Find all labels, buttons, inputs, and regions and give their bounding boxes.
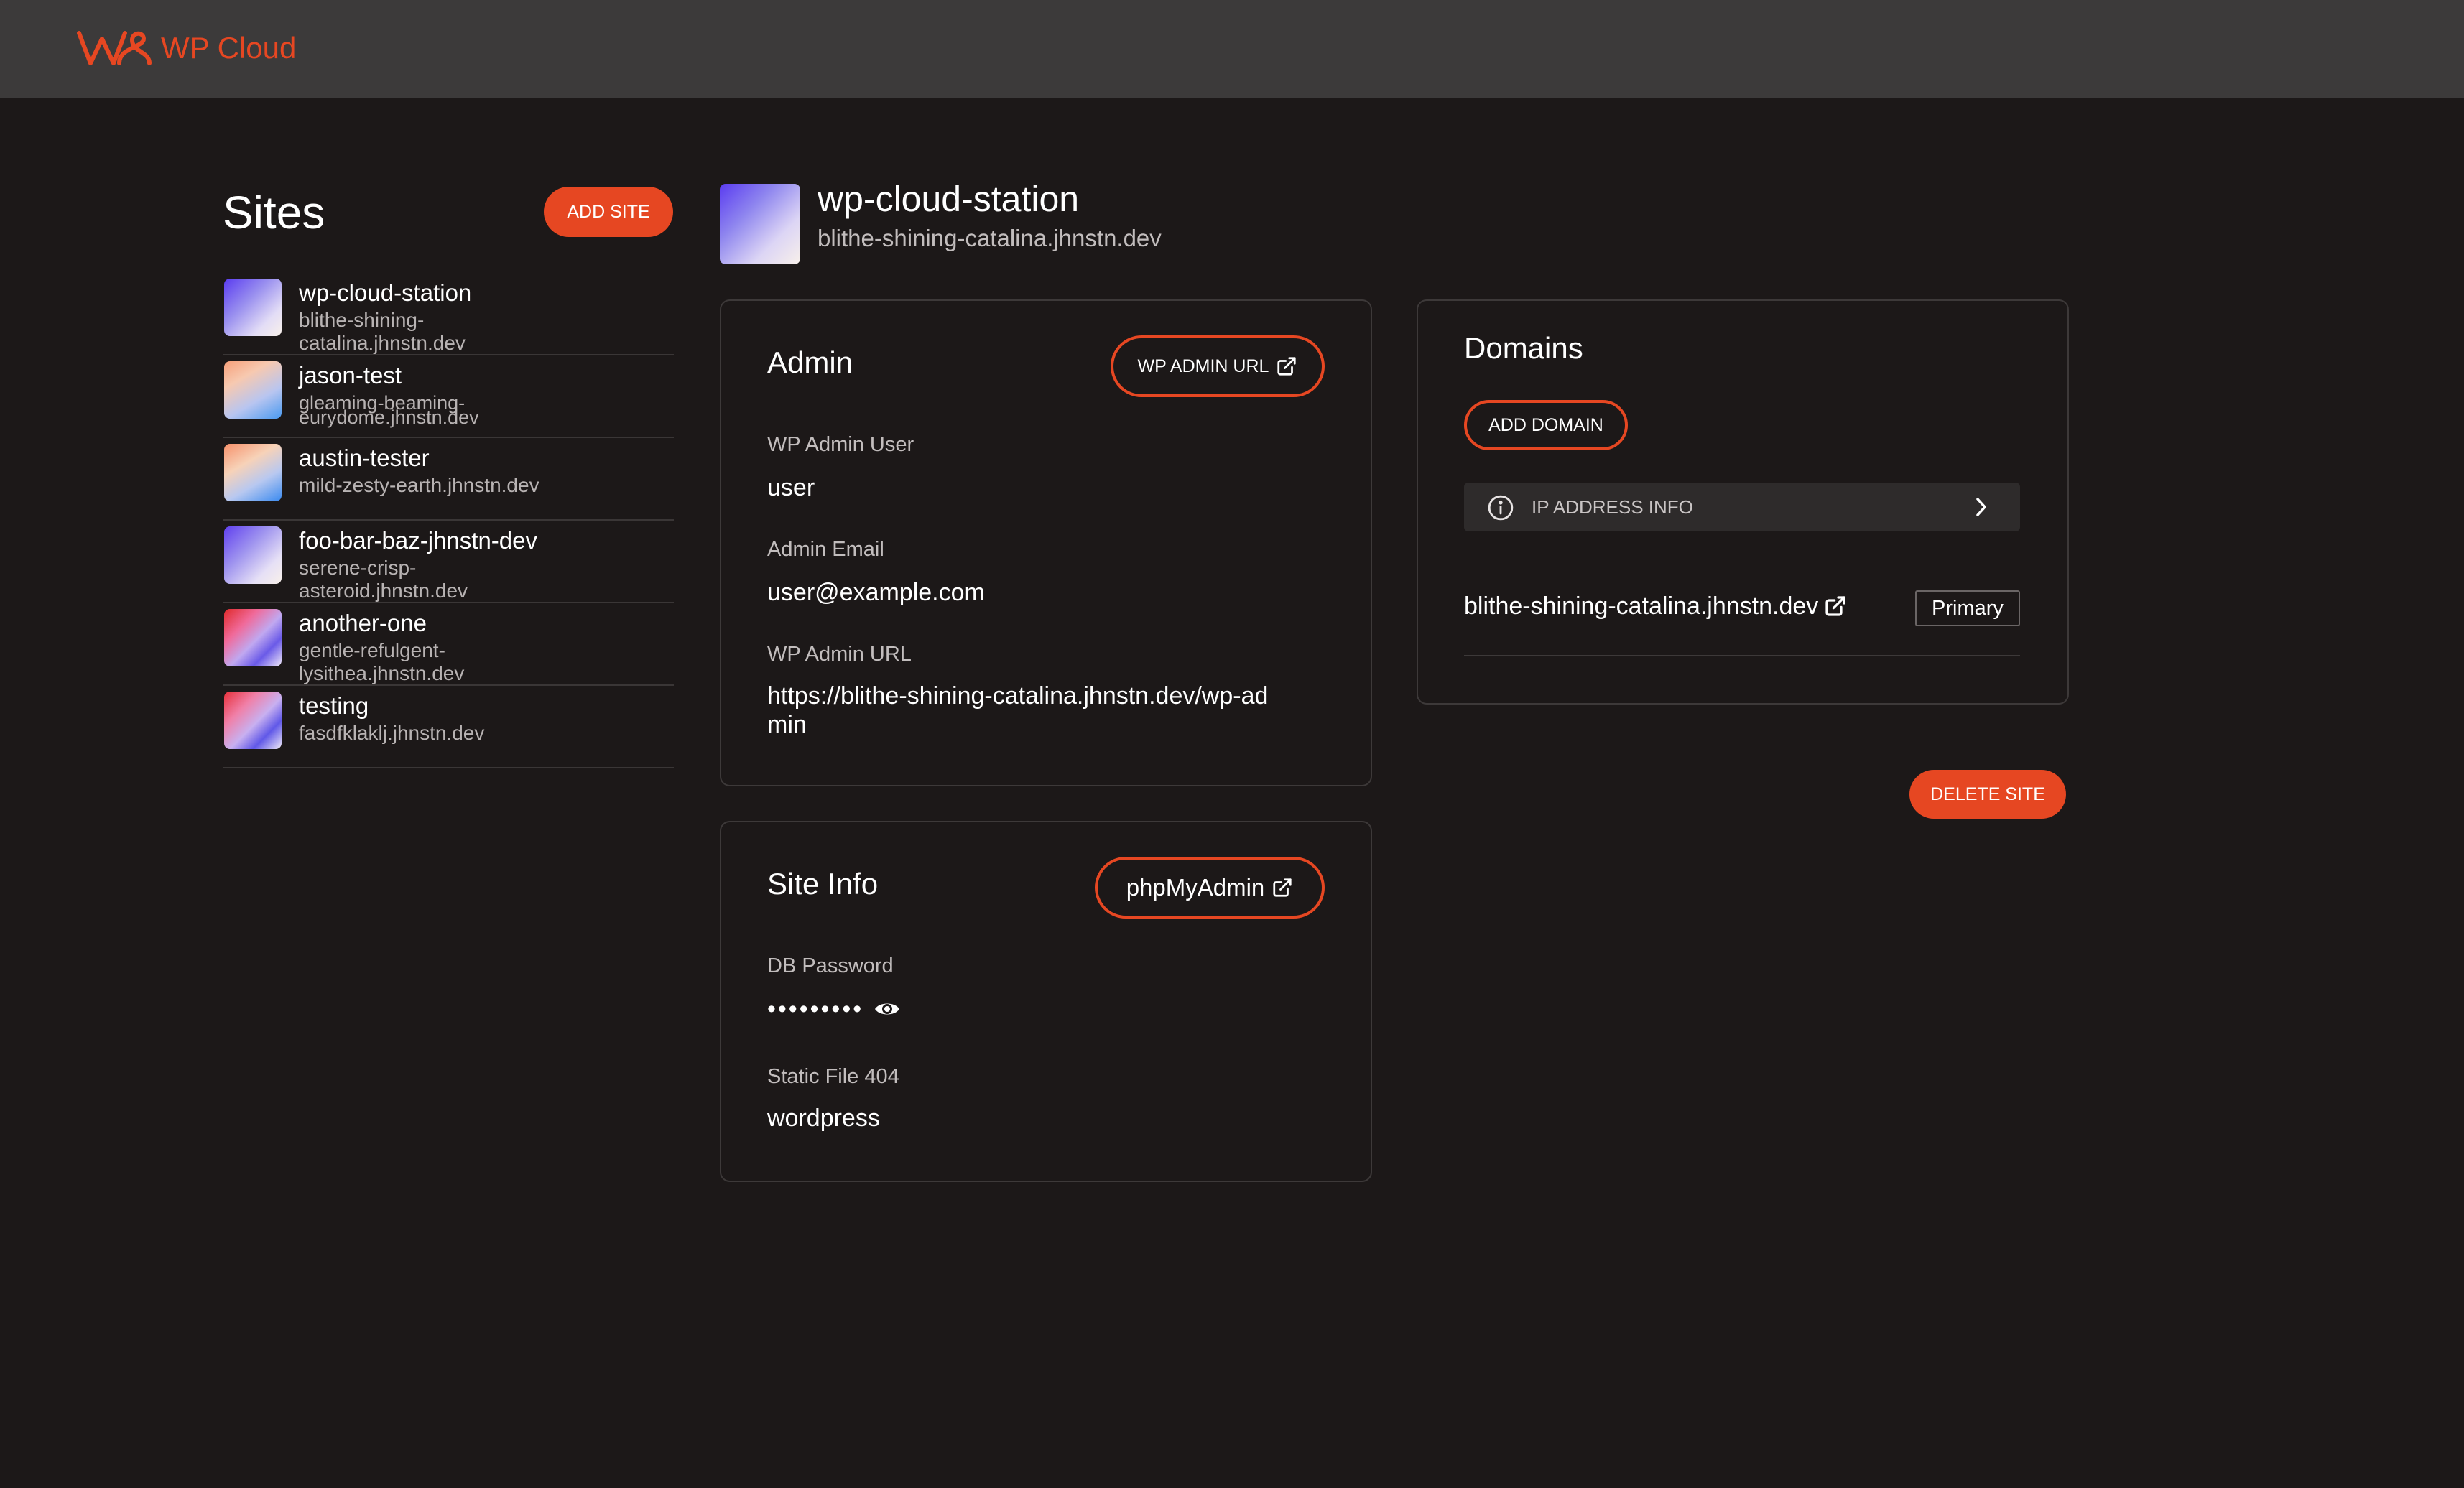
- admin-card-title: Admin: [767, 345, 853, 379]
- eye-icon[interactable]: [874, 1000, 901, 1018]
- site-thumbnail: [224, 692, 282, 749]
- site-thumbnail: [224, 361, 282, 419]
- domain-name: blithe-shining-catalina.jhnstn.dev: [1464, 592, 1819, 620]
- site-domain: gentle-refulgent-lysithea.jhnstn.dev: [299, 639, 465, 684]
- external-link-icon: [1273, 878, 1292, 897]
- site-name: austin-tester: [299, 445, 430, 471]
- site-domain: blithe-shining-catalina.jhnstn.dev: [299, 309, 466, 354]
- info-icon: [1488, 495, 1514, 521]
- admin-email-label: Admin Email: [767, 538, 884, 561]
- app-name: WP Cloud: [161, 31, 297, 65]
- site-name: jason-test: [299, 362, 402, 389]
- domain-link[interactable]: blithe-shining-catalina.jhnstn.dev: [1464, 592, 1847, 620]
- site-domain: serene-crisp-asteroid.jhnstn.dev: [299, 557, 468, 602]
- phpmyadmin-button-label: phpMyAdmin: [1126, 874, 1265, 901]
- site-info-card: Site Info phpMyAdmin DB Password •••••••…: [720, 821, 1372, 1182]
- ip-address-info-toggle[interactable]: IP ADDRESS INFO: [1464, 483, 2020, 531]
- domain-divider: [1464, 655, 2020, 656]
- site-list-item[interactable]: another-one gentle-refulgent-lysithea.jh…: [223, 603, 674, 686]
- delete-site-button[interactable]: DELETE SITE: [1909, 770, 2066, 819]
- site-thumbnail-large: [720, 184, 800, 264]
- site-thumbnail: [224, 279, 282, 336]
- app-logo[interactable]: WP Cloud: [75, 26, 296, 70]
- site-list: wp-cloud-station blithe-shining-catalina…: [223, 273, 674, 768]
- external-link-icon: [1277, 357, 1297, 376]
- domains-card: Domains ADD DOMAIN IP ADDRESS INFO blith…: [1417, 299, 2069, 705]
- site-subtitle-domain: blithe-shining-catalina.jhnstn.dev: [818, 225, 1162, 251]
- site-title: wp-cloud-station: [818, 179, 1080, 219]
- db-password-value: •••••••••: [767, 995, 864, 1023]
- top-bar: WP Cloud: [0, 0, 2464, 98]
- site-name: testing: [299, 692, 369, 719]
- site-domain: mild-zesty-earth.jhnstn.dev: [299, 474, 539, 496]
- site-list-item[interactable]: jason-test gleaming-beaming-eurydome.jhn…: [223, 355, 674, 438]
- admin-card: Admin WP ADMIN URL WP Admin User user Ad…: [720, 299, 1372, 786]
- site-thumbnail: [224, 526, 282, 584]
- site-name: foo-bar-baz-jhnstn-dev: [299, 527, 537, 554]
- wp-admin-url-button-label: WP ADMIN URL: [1137, 355, 1269, 376]
- wp-admin-url-value: https://blithe-shining-catalina.jhnstn.d…: [767, 682, 1269, 738]
- site-thumbnail: [224, 444, 282, 501]
- wp-admin-url-button[interactable]: WP ADMIN URL: [1111, 335, 1325, 397]
- external-link-icon: [1825, 596, 1845, 616]
- db-password-label: DB Password: [767, 954, 894, 977]
- site-domain: gleaming-beaming-eurydome.jhnstn.dev: [299, 392, 479, 428]
- site-domain: fasdfklaklj.jhnstn.dev: [299, 722, 485, 744]
- primary-badge: Primary: [1915, 590, 2020, 626]
- site-thumbnail: [224, 609, 282, 666]
- site-list-item[interactable]: austin-tester mild-zesty-earth.jhnstn.de…: [223, 438, 674, 521]
- db-password-row: •••••••••: [767, 995, 901, 1023]
- site-info-card-title: Site Info: [767, 867, 879, 901]
- admin-email-value: user@example.com: [767, 579, 985, 606]
- site-list-item[interactable]: wp-cloud-station blithe-shining-catalina…: [223, 273, 674, 355]
- ip-address-info-label: IP ADDRESS INFO: [1532, 496, 1693, 518]
- domains-card-title: Domains: [1464, 331, 1583, 365]
- sites-heading: Sites: [223, 187, 325, 238]
- wp-admin-user-label: WP Admin User: [767, 433, 914, 456]
- wp-admin-user-value: user: [767, 474, 815, 501]
- static-404-label: Static File 404: [767, 1065, 899, 1088]
- chevron-right-icon: [1976, 498, 1986, 516]
- site-name: wp-cloud-station: [299, 279, 472, 306]
- add-domain-button[interactable]: ADD DOMAIN: [1464, 400, 1628, 450]
- site-list-item[interactable]: testing fasdfklaklj.jhnstn.dev: [223, 686, 674, 768]
- wp-cloud-logo-icon: [77, 31, 152, 65]
- static-404-value: wordpress: [767, 1105, 880, 1132]
- wp-admin-url-label: WP Admin URL: [767, 643, 912, 666]
- phpmyadmin-button[interactable]: phpMyAdmin: [1095, 857, 1325, 919]
- site-list-item[interactable]: foo-bar-baz-jhnstn-dev serene-crisp-aste…: [223, 521, 674, 603]
- add-site-button[interactable]: ADD SITE: [544, 187, 673, 237]
- site-name: another-one: [299, 610, 427, 636]
